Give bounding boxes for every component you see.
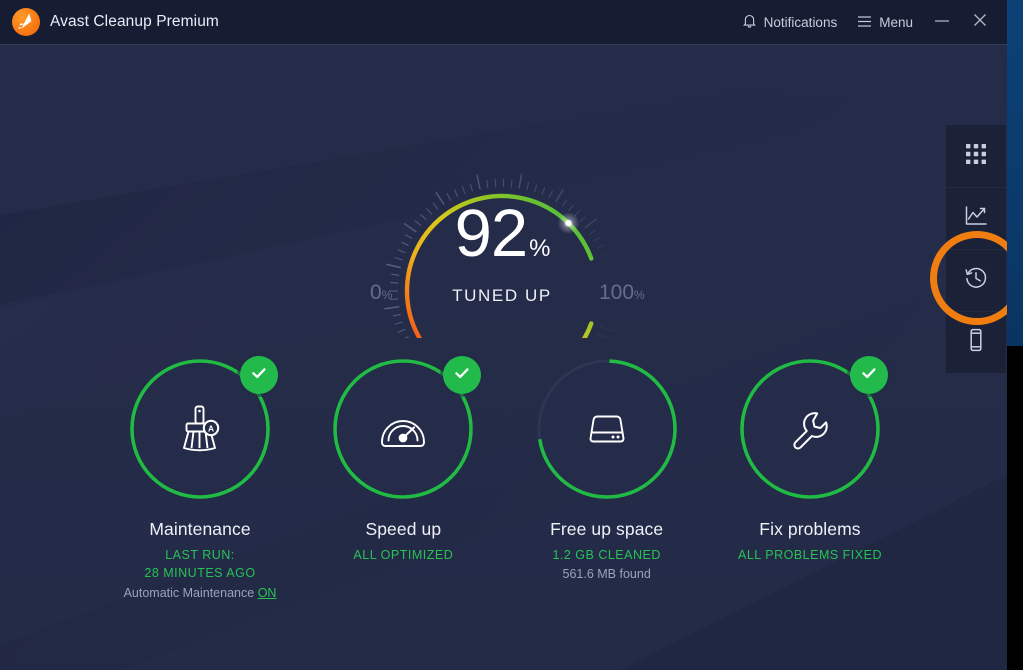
maintenance-title: Maintenance — [149, 519, 251, 539]
fix-problems-ring-wrap — [736, 355, 888, 503]
gauge-value: 92% — [352, 200, 652, 267]
title-bar: Avast Cleanup Premium Notifications Menu — [0, 0, 1007, 45]
gauge-max-value: 100 — [599, 281, 635, 304]
close-button[interactable] — [961, 0, 999, 45]
rail-item-reports[interactable] — [946, 187, 1006, 249]
check-icon — [860, 364, 878, 387]
svg-text:A: A — [208, 423, 214, 433]
notifications-label: Notifications — [763, 15, 838, 30]
maintenance-status-line2: 28 MINUTES AGO — [144, 566, 256, 580]
free-up-space-status: 1.2 GB CLEANED — [552, 548, 661, 562]
gauge-min-unit: % — [381, 288, 393, 302]
gauge-max-unit: % — [634, 288, 645, 302]
right-rail — [946, 125, 1006, 373]
card-maintenance[interactable]: A Maintenance LAST RUN: 28 MINUTES AGO A… — [100, 355, 300, 645]
hard-drive-icon — [533, 355, 681, 503]
gauge-percent-symbol: % — [529, 235, 550, 262]
free-up-space-title: Free up space — [550, 519, 664, 539]
maintenance-status-badge — [240, 356, 278, 394]
desktop-backdrop-blue — [1006, 0, 1023, 346]
maintenance-status-line1: LAST RUN: — [165, 548, 235, 562]
title-bar-controls: Notifications Menu — [732, 0, 999, 45]
automatic-maintenance-toggle[interactable]: ON — [258, 586, 277, 600]
close-icon — [972, 12, 988, 33]
fix-problems-status-badge — [849, 356, 888, 394]
fix-problems-status: ALL PROBLEMS FIXED — [737, 548, 882, 562]
bell-icon — [742, 13, 757, 32]
card-free-up-space[interactable]: Free up space 1.2 GB CLEANED 561.6 MB fo… — [507, 355, 707, 645]
gauge-max-label: 100% — [599, 281, 645, 305]
gauge-min-label: 0% — [370, 281, 392, 305]
line-chart-icon — [963, 203, 989, 234]
free-up-space-ring-wrap — [533, 355, 681, 503]
card-fix-problems[interactable]: Fix problems ALL PROBLEMS FIXED — [710, 355, 910, 645]
minimize-button[interactable] — [923, 0, 961, 45]
screen: Avast Cleanup Premium Notifications Menu… — [0, 0, 1023, 670]
tuneup-gauge: 92% TUNED UP 0% 100% — [352, 108, 652, 338]
app-title: Avast Cleanup Premium — [50, 13, 219, 30]
app-brand: Avast Cleanup Premium — [12, 8, 219, 36]
grid-dots-icon — [963, 141, 989, 172]
gauge-min-value: 0 — [370, 281, 382, 304]
gauge-value-number: 92 — [454, 196, 529, 271]
free-up-space-subtext: 561.6 MB found — [562, 567, 651, 581]
speed-up-status: ALL OPTIMIZED — [353, 548, 454, 562]
hamburger-icon — [857, 15, 872, 31]
main-content: 92% TUNED UP 0% 100% A Maintenance LAST … — [0, 45, 1007, 670]
automatic-maintenance-label: Automatic Maintenance — [123, 586, 255, 600]
desktop-backdrop-black — [1006, 346, 1023, 670]
rail-item-dashboard[interactable] — [946, 125, 1006, 187]
speed-up-title: Speed up — [365, 519, 442, 539]
menu-button[interactable]: Menu — [847, 0, 923, 45]
minimize-icon — [934, 14, 950, 32]
history-clock-icon — [963, 265, 989, 296]
check-icon — [453, 364, 471, 387]
mobile-device-icon — [963, 327, 989, 358]
notifications-button[interactable]: Notifications — [732, 0, 848, 45]
fix-problems-title: Fix problems — [759, 519, 861, 539]
app-window: Avast Cleanup Premium Notifications Menu… — [0, 0, 1007, 670]
feature-cards: A Maintenance LAST RUN: 28 MINUTES AGO A… — [100, 355, 910, 645]
rail-item-history[interactable] — [946, 249, 1006, 311]
maintenance-ring-wrap: A — [126, 355, 278, 503]
menu-label: Menu — [879, 15, 913, 30]
check-icon — [250, 364, 268, 387]
rail-item-mobile[interactable] — [946, 311, 1006, 373]
automatic-maintenance-note[interactable]: Automatic Maintenance ON — [124, 586, 277, 600]
avast-logo-icon — [12, 8, 40, 36]
maintenance-status: LAST RUN: 28 MINUTES AGO — [144, 546, 255, 582]
speed-up-ring-wrap — [329, 355, 482, 503]
card-speed-up[interactable]: Speed up ALL OPTIMIZED — [303, 355, 503, 645]
